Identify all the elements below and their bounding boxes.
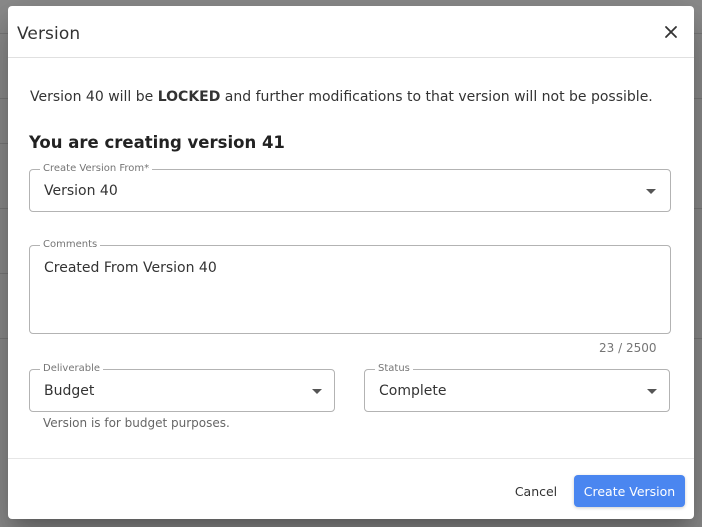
dialog-title: Version bbox=[17, 24, 81, 44]
footer-divider bbox=[8, 458, 694, 459]
deliverable-value: Budget bbox=[44, 383, 95, 399]
create-version-from-value: Version 40 bbox=[44, 183, 118, 199]
dialog-header: Version bbox=[8, 6, 694, 58]
comments-char-counter: 23 / 2500 bbox=[599, 341, 657, 355]
chevron-down-icon bbox=[312, 389, 322, 394]
status-label: Status bbox=[375, 363, 413, 375]
lock-warning-emphasis: LOCKED bbox=[157, 89, 221, 105]
version-dialog: Version Version 40 will be LOCKED and fu… bbox=[8, 6, 694, 519]
create-version-button[interactable]: Create Version bbox=[574, 475, 685, 507]
section-title: You are creating version 41 bbox=[29, 133, 285, 152]
deliverable-helper-text: Version is for budget purposes. bbox=[43, 416, 230, 430]
deliverable-select[interactable]: Deliverable Budget bbox=[29, 363, 335, 412]
comments-textarea[interactable]: Comments Created From Version 40 bbox=[29, 239, 671, 334]
create-version-from-select[interactable]: Create Version From* Version 40 bbox=[29, 163, 671, 212]
cancel-button[interactable]: Cancel bbox=[506, 476, 566, 506]
status-select[interactable]: Status Complete bbox=[364, 363, 670, 412]
lock-warning-prefix: Version 40 will be bbox=[30, 89, 158, 105]
close-icon bbox=[665, 26, 677, 38]
chevron-down-icon bbox=[647, 389, 657, 394]
comments-value: Created From Version 40 bbox=[44, 260, 217, 276]
status-value: Complete bbox=[379, 383, 447, 399]
close-button[interactable] bbox=[662, 23, 680, 41]
deliverable-label: Deliverable bbox=[40, 363, 103, 375]
chevron-down-icon bbox=[646, 189, 656, 194]
lock-warning-text: Version 40 will be LOCKED and further mo… bbox=[30, 89, 653, 105]
lock-warning-suffix: and further modifications to that versio… bbox=[220, 89, 653, 105]
comments-label: Comments bbox=[40, 239, 101, 251]
create-version-from-label: Create Version From* bbox=[40, 163, 153, 175]
